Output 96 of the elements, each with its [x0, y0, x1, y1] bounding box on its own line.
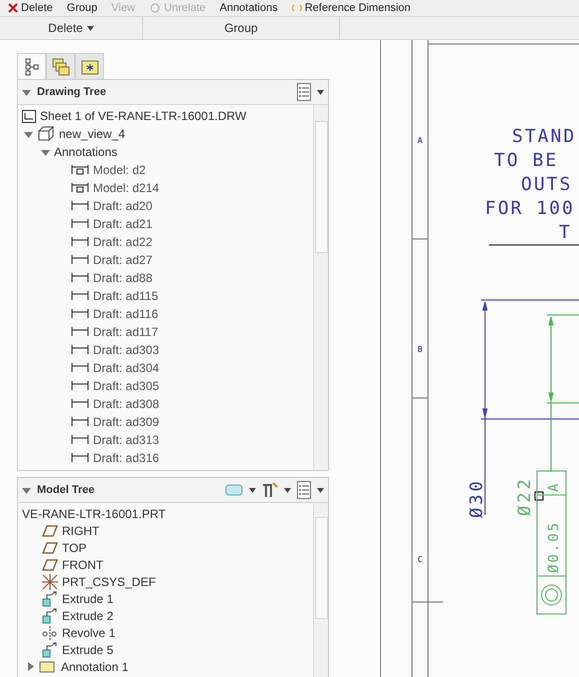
tree-item[interactable]: Draft: ad303 [93, 343, 160, 357]
tree-item[interactable]: Extrude 1 [62, 592, 114, 606]
model-dimension-icon [71, 165, 89, 175]
dimension-icon [71, 417, 89, 427]
dimension-icon [71, 201, 89, 211]
dimension-icon [71, 381, 89, 391]
revolve-icon [42, 624, 58, 640]
tree-item[interactable]: Draft: ad115 [93, 289, 158, 303]
view-cube-icon [37, 126, 55, 142]
panel-title: Drawing Tree [37, 86, 108, 98]
tree-item[interactable]: Draft: ad308 [93, 397, 160, 411]
dropdown-caret-icon[interactable] [317, 488, 324, 492]
datum-label: A [546, 484, 562, 492]
tree-item[interactable]: Model: d214 [93, 181, 160, 195]
zone-label: B [418, 345, 422, 354]
tree-item[interactable]: Annotations [54, 145, 118, 159]
dimension-text: Ø30 [467, 478, 487, 518]
dimension-text: Ø22 [515, 476, 535, 516]
extrude-icon [42, 590, 58, 606]
tree-item[interactable]: Draft: ad20 [93, 199, 152, 213]
dimension-icon [71, 309, 89, 319]
tree-item[interactable]: Model: d2 [93, 163, 146, 177]
tree-item[interactable]: Draft: ad304 [93, 361, 160, 375]
panel-tab[interactable] [46, 53, 75, 79]
collapse-arrow-icon[interactable] [22, 486, 31, 494]
dimension-icon [71, 399, 89, 409]
dimension-icon [71, 435, 89, 445]
tree-item[interactable]: Draft: ad88 [93, 271, 152, 285]
dimension-icon [71, 219, 89, 229]
tree-item[interactable]: RIGHT [62, 524, 100, 538]
tree-item[interactable]: Draft: ad21 [93, 217, 152, 231]
dimension-icon [71, 453, 89, 463]
tree-item[interactable]: Draft: ad27 [93, 253, 152, 267]
dimension-icon [71, 363, 89, 373]
tree-item[interactable]: Draft: ad117 [93, 325, 158, 339]
dimension-icon [71, 345, 89, 355]
ribbon-command[interactable]: Delete [21, 2, 53, 14]
reference-dimension-icon [292, 3, 302, 13]
ribbon-group-label[interactable]: Group [143, 17, 340, 39]
datum-plane-icon [42, 524, 58, 536]
tree-item[interactable]: Annotation 1 [61, 660, 128, 674]
tools-icon[interactable] [262, 482, 278, 498]
dimension-icon [71, 255, 89, 265]
tree-item[interactable]: Draft: ad22 [93, 235, 152, 249]
ribbon-command[interactable]: Reference Dimension [304, 2, 410, 14]
tree-structure-icon [24, 58, 38, 76]
tree-item[interactable]: new_view_4 [59, 127, 126, 141]
panel-title: Model Tree [37, 484, 96, 496]
panel-tab[interactable] [75, 53, 104, 79]
dropdown-caret-icon[interactable] [249, 488, 256, 492]
dimension-icon [71, 237, 89, 247]
tree-item[interactable]: Draft: ad309 [93, 415, 160, 429]
tree-item[interactable]: FRONT [62, 558, 104, 572]
tree-item[interactable]: VE-RANE-LTR-16001.PRT [22, 506, 166, 520]
tree-item[interactable]: TOP [62, 540, 86, 554]
tree-item[interactable]: Draft: ad316 [93, 451, 160, 465]
drawing-note: STAND TO BE OUTS FOR 100 T [485, 126, 576, 243]
zone-label: C [418, 555, 422, 564]
scrollbar[interactable] [313, 105, 328, 470]
coordinate-system-icon [42, 574, 58, 590]
annotation-folder-icon [39, 660, 57, 674]
datum-plane-icon [42, 558, 58, 570]
zone-label: A [418, 136, 422, 145]
star-folder-icon [80, 58, 98, 74]
list-settings-icon[interactable] [297, 83, 311, 101]
model-dimension-icon [71, 183, 89, 193]
delete-x-icon [8, 3, 18, 13]
tree-item[interactable]: Sheet 1 of VE-RANE-LTR-16001.DRW [40, 109, 246, 123]
expand-arrow-icon[interactable] [26, 662, 35, 671]
tree-item[interactable]: Extrude 5 [62, 642, 114, 656]
ribbon-command[interactable]: Annotations [220, 2, 278, 14]
dimension-icon [71, 327, 89, 337]
extrude-icon [42, 608, 58, 624]
ribbon-command[interactable]: Group [66, 2, 98, 14]
dimension-icon [71, 273, 89, 283]
tree-item[interactable]: Draft: ad313 [93, 433, 160, 447]
collapse-arrow-icon[interactable] [22, 88, 31, 96]
dropdown-caret-icon[interactable] [86, 26, 94, 30]
dropdown-caret-icon[interactable] [317, 90, 324, 94]
tree-item[interactable]: Draft: ad305 [93, 379, 160, 393]
dropdown-caret-icon[interactable] [284, 488, 291, 492]
sheet-icon [22, 110, 36, 122]
panel-tab[interactable] [17, 53, 46, 79]
unlink-icon [149, 3, 162, 13]
ribbon-group-label[interactable]: Delete [0, 17, 143, 39]
tree-item[interactable]: PRT_CSYS_DEF [62, 574, 156, 588]
tree-item[interactable]: Extrude 2 [62, 608, 114, 622]
tolerance-text: Ø0.05 [546, 520, 562, 573]
dimension-icon [71, 291, 89, 301]
list-settings-icon[interactable] [297, 481, 311, 499]
extrude-icon [42, 642, 58, 658]
datum-plane-icon [42, 542, 58, 554]
tree-item[interactable]: Draft: ad116 [93, 307, 158, 321]
tree-item[interactable]: Revolve 1 [62, 626, 116, 640]
scrollbar[interactable] [313, 503, 328, 677]
folders-icon [52, 58, 70, 76]
